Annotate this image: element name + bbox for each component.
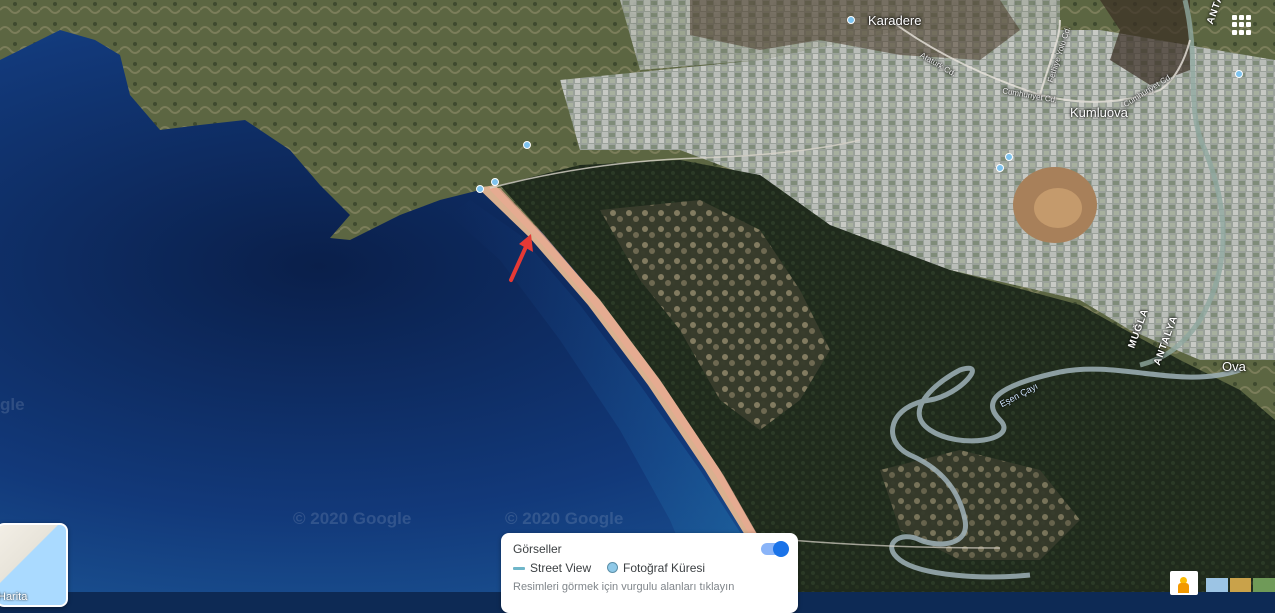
photo-sphere-marker[interactable]: [996, 164, 1004, 172]
imagery-thumbnail[interactable]: [1253, 578, 1275, 592]
pegman-icon[interactable]: [1170, 571, 1198, 595]
imagery-legend-card: Görseller Street View Fotoğraf Küresi Re…: [501, 533, 798, 613]
photo-sphere-dot-icon: [607, 562, 618, 573]
place-label-ova[interactable]: Ova: [1222, 359, 1246, 374]
legend-hint: Resimleri görmek için vurgulu alanları t…: [513, 581, 735, 593]
imagery-toggle[interactable]: [761, 541, 789, 557]
place-label-karadere[interactable]: Karadere: [868, 13, 921, 28]
photo-sphere-label: Fotoğraf Küresi: [623, 561, 706, 575]
photo-sphere-marker[interactable]: [1005, 153, 1013, 161]
layer-switch-button[interactable]: Harita: [0, 523, 68, 607]
street-view-label: Street View: [530, 561, 592, 575]
red-arrow-icon: [509, 234, 533, 282]
photo-sphere-marker[interactable]: [847, 16, 855, 24]
google-watermark-2: © 2020 Google: [505, 509, 624, 528]
toggle-knob: [773, 541, 789, 557]
photo-sphere-marker[interactable]: [523, 141, 531, 149]
imagery-thumbnail[interactable]: [1206, 578, 1228, 592]
street-view-line-icon: [513, 567, 525, 570]
google-watermark-left: gle: [0, 395, 25, 414]
satellite-map[interactable]: [0, 0, 1275, 592]
grid-apps-icon[interactable]: [1232, 15, 1252, 35]
layer-switch-label: Harita: [0, 591, 28, 603]
photo-sphere-marker[interactable]: [476, 185, 484, 193]
google-watermark-1: © 2020 Google: [293, 509, 412, 528]
photo-sphere-marker[interactable]: [491, 178, 499, 186]
photo-sphere-marker[interactable]: [1235, 70, 1243, 78]
imagery-thumbnail-strip: [1206, 578, 1275, 592]
place-label-kumluova[interactable]: Kumluova: [1070, 105, 1128, 120]
legend-title: Görseller: [513, 542, 562, 556]
imagery-thumbnail[interactable]: [1229, 578, 1252, 592]
